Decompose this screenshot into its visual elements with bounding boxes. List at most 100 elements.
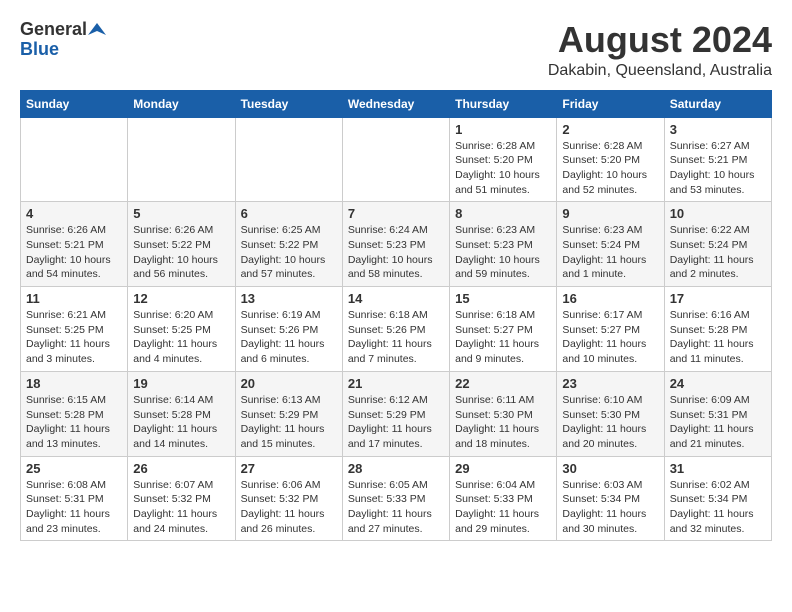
day-number: 10: [670, 206, 766, 221]
sunset-label: Sunset: 5:21 PM: [670, 154, 748, 166]
day-number: 6: [241, 206, 337, 221]
daylight-label: Daylight: 11 hours and 27 minutes.: [348, 508, 432, 535]
sunset-label: Sunset: 5:31 PM: [670, 409, 748, 421]
sunset-label: Sunset: 5:20 PM: [562, 154, 640, 166]
day-number: 24: [670, 376, 766, 391]
calendar-cell: 2Sunrise: 6:28 AMSunset: 5:20 PMDaylight…: [557, 117, 664, 202]
sunset-label: Sunset: 5:28 PM: [133, 409, 211, 421]
sunset-label: Sunset: 5:27 PM: [562, 324, 640, 336]
day-number: 15: [455, 291, 551, 306]
week-row-2: 4Sunrise: 6:26 AMSunset: 5:21 PMDaylight…: [21, 202, 772, 287]
sunset-label: Sunset: 5:31 PM: [26, 493, 104, 505]
daylight-label: Daylight: 11 hours and 6 minutes.: [241, 338, 325, 365]
sunset-label: Sunset: 5:20 PM: [455, 154, 533, 166]
day-number: 20: [241, 376, 337, 391]
day-number: 18: [26, 376, 122, 391]
sunset-label: Sunset: 5:27 PM: [455, 324, 533, 336]
day-info: Sunrise: 6:21 AMSunset: 5:25 PMDaylight:…: [26, 308, 122, 367]
sunset-label: Sunset: 5:28 PM: [26, 409, 104, 421]
sunrise-label: Sunrise: 6:23 AM: [562, 224, 642, 236]
sunset-label: Sunset: 5:30 PM: [562, 409, 640, 421]
day-info: Sunrise: 6:19 AM Sunset: 5:26 PM Daylight:…: [241, 308, 337, 367]
daylight-label: Daylight: 10 hours and 56 minutes.: [133, 254, 218, 281]
calendar-cell: [128, 117, 235, 202]
day-info: Sunrise: 6:26 AMSunset: 5:21 PMDaylight:…: [26, 223, 122, 282]
logo-bird-icon: [88, 21, 106, 39]
sunrise-label: Sunrise: 6:02 AM: [670, 479, 750, 491]
day-info: Sunrise: 6:13 AMSunset: 5:29 PMDaylight:…: [241, 393, 337, 452]
sunset-label: Sunset: 5:26 PM: [241, 324, 319, 336]
location-title: Dakabin, Queensland, Australia: [548, 62, 772, 80]
day-number: 30: [562, 461, 658, 476]
sunrise-label: Sunrise: 6:13 AM: [241, 394, 321, 406]
day-info: Sunrise: 6:11 AMSunset: 5:30 PMDaylight:…: [455, 393, 551, 452]
day-number: 3: [670, 122, 766, 137]
daylight-label: Daylight: 11 hours and 20 minutes.: [562, 423, 646, 450]
day-number: 27: [241, 461, 337, 476]
calendar-cell: 9 Sunrise: 6:23 AMSunset: 5:24 PMDaylight…: [557, 202, 664, 287]
day-number: 29: [455, 461, 551, 476]
week-row-4: 18 Sunrise: 6:15 AM Sunset: 5:28 PM Dayligh…: [21, 371, 772, 456]
sunset-label: Sunset: 5:32 PM: [241, 493, 319, 505]
sunset-label: Sunset: 5:25 PM: [133, 324, 211, 336]
daylight-label: Daylight: 10 hours and 53 minutes.: [670, 169, 755, 196]
day-info: Sunrise: 6:16 AMSunset: 5:28 PMDaylight:…: [670, 308, 766, 367]
day-number: 16: [562, 291, 658, 306]
sunrise-label: Sunrise: 6:28 AM: [562, 140, 642, 152]
sunrise-label: Sunrise: 6:18 AM: [348, 309, 428, 321]
daylight-label: Daylight: 10 hours and 54 minutes.: [26, 254, 111, 281]
sunrise-label: Sunrise: 6:22 AM: [670, 224, 750, 236]
day-info: Sunrise: 6:28 AMSunset: 5:20 PMDaylight:…: [562, 139, 658, 198]
sunrise-label: Sunrise: 6:27 AM: [670, 140, 750, 152]
calendar-cell: 23Sunrise: 6:10 AMSunset: 5:30 PMDayligh…: [557, 371, 664, 456]
day-number: 13: [241, 291, 337, 306]
day-info: Sunrise: 6:25 AMSunset: 5:22 PMDaylight:…: [241, 223, 337, 282]
month-title: August 2024: [548, 20, 772, 60]
sunrise-label: Sunrise: 6:10 AM: [562, 394, 642, 406]
day-info: Sunrise: 6:28 AMSunset: 5:20 PMDaylight:…: [455, 139, 551, 198]
day-number: 14: [348, 291, 444, 306]
day-info: Sunrise: 6:15 AM Sunset: 5:28 PM Daylight:…: [26, 393, 122, 452]
calendar-cell: 3 Sunrise: 6:27 AM Sunset: 5:21 PM Daylight…: [664, 117, 771, 202]
sunset-label: Sunset: 5:22 PM: [133, 239, 211, 251]
day-info: Sunrise: 6:18 AMSunset: 5:26 PMDaylight:…: [348, 308, 444, 367]
calendar-cell: 4Sunrise: 6:26 AMSunset: 5:21 PMDaylight…: [21, 202, 128, 287]
day-info: Sunrise: 6:12 AMSunset: 5:29 PMDaylight:…: [348, 393, 444, 452]
sunset-label: Sunset: 5:25 PM: [26, 324, 104, 336]
sunrise-label: Sunrise: 6:19 AM: [241, 309, 321, 321]
column-header-sunday: Sunday: [21, 90, 128, 117]
sunrise-label: Sunrise: 6:15 AM: [26, 394, 106, 406]
calendar-cell: 13 Sunrise: 6:19 AM Sunset: 5:26 PM Dayligh…: [235, 287, 342, 372]
calendar-cell: 28Sunrise: 6:05 AMSunset: 5:33 PMDayligh…: [342, 456, 449, 541]
column-header-wednesday: Wednesday: [342, 90, 449, 117]
daylight-label: Daylight: 11 hours and 32 minutes.: [670, 508, 754, 535]
column-header-monday: Monday: [128, 90, 235, 117]
daylight-label: Daylight: 11 hours and 26 minutes.: [241, 508, 325, 535]
sunrise-label: Sunrise: 6:09 AM: [670, 394, 750, 406]
sunrise-label: Sunrise: 6:03 AM: [562, 479, 642, 491]
day-info: Sunrise: 6:09 AMSunset: 5:31 PMDaylight:…: [670, 393, 766, 452]
calendar-cell: 6 Sunrise: 6:25 AMSunset: 5:22 PMDaylight…: [235, 202, 342, 287]
day-number: 31: [670, 461, 766, 476]
calendar-cell: 24Sunrise: 6:09 AMSunset: 5:31 PMDayligh…: [664, 371, 771, 456]
calendar-cell: [342, 117, 449, 202]
calendar-cell: 22Sunrise: 6:11 AMSunset: 5:30 PMDayligh…: [450, 371, 557, 456]
calendar-cell: 1Sunrise: 6:28 AMSunset: 5:20 PMDaylight…: [450, 117, 557, 202]
sunset-label: Sunset: 5:24 PM: [670, 239, 748, 251]
daylight-label: Daylight: 11 hours and 29 minutes.: [455, 508, 539, 535]
daylight-label: Daylight: 11 hours and 13 minutes.: [26, 423, 110, 450]
column-header-tuesday: Tuesday: [235, 90, 342, 117]
day-number: 9: [562, 206, 658, 221]
day-number: 11: [26, 291, 122, 306]
day-info: Sunrise: 6:23 AMSunset: 5:24 PMDaylight:…: [562, 223, 658, 282]
sunrise-label: Sunrise: 6:07 AM: [133, 479, 213, 491]
calendar-cell: 11Sunrise: 6:21 AMSunset: 5:25 PMDayligh…: [21, 287, 128, 372]
week-row-3: 11 Sunrise: 6:21 AM Sunset: 5:25 PM Dayligh…: [21, 287, 772, 372]
day-number: 7: [348, 206, 444, 221]
sunrise-label: Sunrise: 6:21 AM: [26, 309, 106, 321]
day-number: 25: [26, 461, 122, 476]
calendar-cell: 14 Sunrise: 6:18 AMSunset: 5:26 PMDayligh…: [342, 287, 449, 372]
daylight-label: Daylight: 11 hours and 1 minute.: [562, 254, 646, 281]
column-header-thursday: Thursday: [450, 90, 557, 117]
calendar-cell: 7Sunrise: 6:24 AMSunset: 5:23 PMDaylight…: [342, 202, 449, 287]
